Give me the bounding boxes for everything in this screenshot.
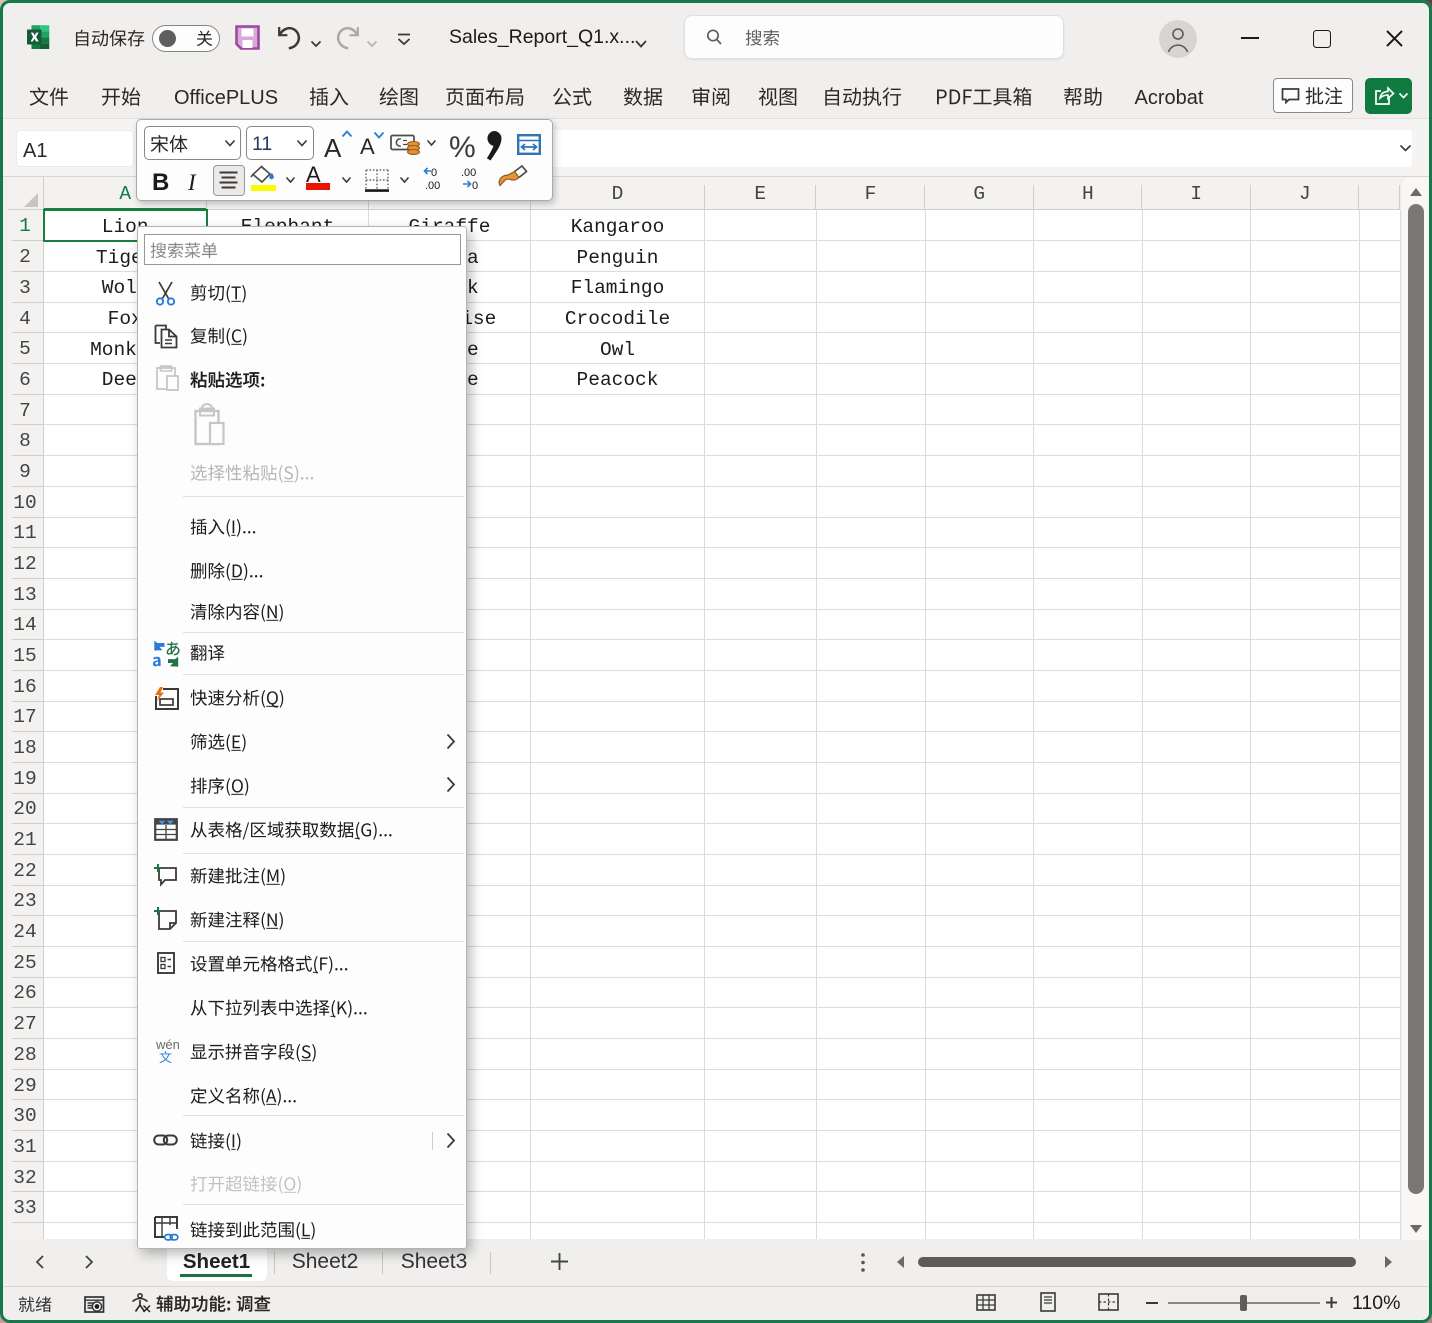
svg-text:.00: .00 bbox=[461, 167, 476, 179]
svg-text:0: 0 bbox=[431, 167, 437, 179]
svg-text:.00: .00 bbox=[425, 180, 440, 192]
svg-text:0: 0 bbox=[472, 180, 478, 192]
